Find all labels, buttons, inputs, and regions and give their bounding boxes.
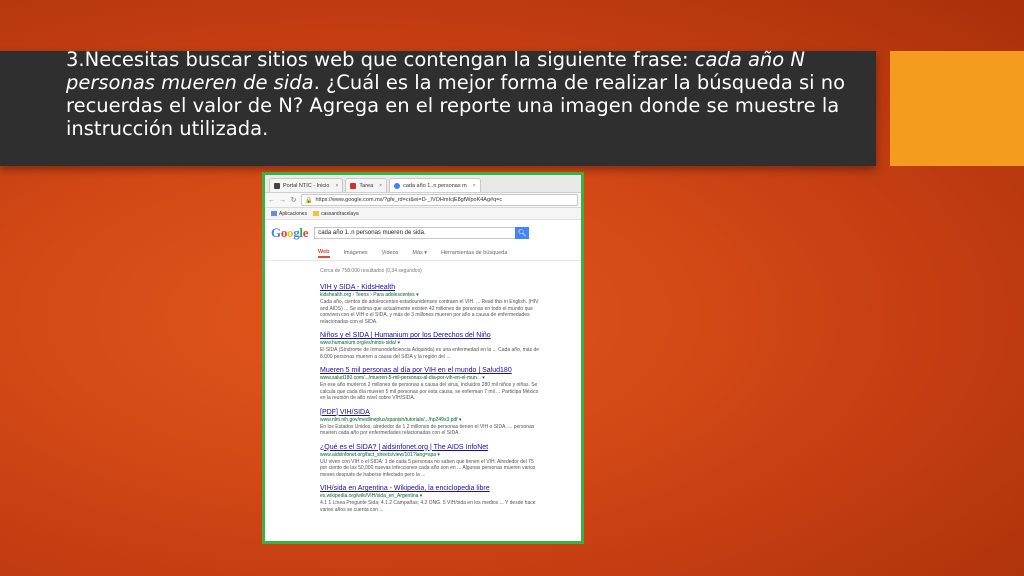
tab-tools[interactable]: Herramientas de búsqueda bbox=[441, 250, 507, 256]
search-result: VIH y SIDA - KidsHealth kidshealth.org ›… bbox=[265, 284, 540, 325]
result-snippet: En ese año murieron 2 millones de person… bbox=[320, 382, 539, 401]
result-url[interactable]: www.humanium.org/es/ninos-sida/ ▾ bbox=[320, 340, 540, 347]
tab-images[interactable]: Imágenes bbox=[344, 250, 368, 256]
apps-icon bbox=[271, 210, 277, 216]
back-icon[interactable]: ← bbox=[268, 197, 275, 204]
result-snippet: UU viven con VIH o el SIDA: 1 de cada 5 … bbox=[320, 458, 536, 478]
google-header: Google cada año 1..n personas mueren de … bbox=[265, 220, 581, 246]
result-title-link[interactable]: [PDF] VIH/SIDA bbox=[320, 409, 540, 417]
close-icon[interactable]: × bbox=[473, 183, 476, 189]
search-result: Mueren 5 mil personas al día por VIH en … bbox=[265, 367, 540, 402]
browser-screenshot: Portal NTIC - Inicio × Tarea × cada año … bbox=[262, 172, 584, 544]
result-stats: Cerca de 758.000 resultados (0,34 segund… bbox=[320, 268, 422, 274]
result-url[interactable]: es.wikipedia.org/wiki/VIH/sida_en_Argent… bbox=[320, 493, 540, 500]
search-result: Niños y el SIDA | Humanium por los Derec… bbox=[265, 332, 540, 360]
browser-tab-tarea[interactable]: Tarea × bbox=[345, 178, 388, 192]
browser-tab-portal[interactable]: Portal NTIC - Inicio × bbox=[269, 178, 344, 192]
logo-letter: G bbox=[271, 225, 281, 240]
result-url[interactable]: www.aidsinfonet.org/fact_sheets/view/101… bbox=[320, 452, 540, 459]
search-result: VIH/sida en Argentina - Wikipedia, la en… bbox=[265, 485, 540, 513]
bookmark-folder[interactable]: cassandracelaya bbox=[313, 211, 359, 217]
result-url[interactable]: kidshealth.org › Teens › Para adolescent… bbox=[320, 292, 540, 299]
close-icon[interactable]: × bbox=[335, 183, 338, 189]
search-result: ¿Qué es el SIDA? | aidsinfonet.org | The… bbox=[265, 444, 540, 479]
title-text-1: 3.Necesitas buscar sitios web que conten… bbox=[66, 48, 695, 71]
lock-icon: 🔒 bbox=[305, 197, 313, 204]
tab-web[interactable]: Web bbox=[318, 249, 330, 258]
search-input[interactable]: cada año 1..n personas mueren de sida. 🔍… bbox=[314, 227, 530, 239]
tarea-favicon-icon bbox=[350, 182, 357, 189]
search-icon[interactable]: 🔍︎ bbox=[515, 227, 530, 239]
search-tabs: Web Imágenes Videos Más ▾ Herramientas d… bbox=[265, 246, 581, 261]
forward-icon[interactable]: → bbox=[279, 197, 286, 204]
bookmark-apps[interactable]: Aplicaciones bbox=[271, 211, 307, 217]
close-icon[interactable]: × bbox=[379, 183, 382, 189]
accent-square bbox=[890, 51, 1024, 166]
result-snippet: En los Estados Unidos, alrededor de 1,2 … bbox=[320, 423, 535, 437]
result-title-link[interactable]: Mueren 5 mil personas al día por VIH en … bbox=[320, 367, 540, 375]
tab-label: cada año 1..n personas m bbox=[403, 182, 467, 189]
tab-more[interactable]: Más ▾ bbox=[412, 250, 427, 256]
google-logo[interactable]: Google bbox=[271, 225, 309, 241]
result-snippet: 4.1 1 Línea Pregunte Sida; 4.1.2 Campaña… bbox=[320, 500, 536, 513]
result-title-link[interactable]: ¿Qué es el SIDA? | aidsinfonet.org | The… bbox=[320, 444, 540, 452]
result-title-link[interactable]: VIH y SIDA - KidsHealth bbox=[320, 284, 540, 292]
address-bar-row: ← → ↻ 🔒 https://www.google.com.mx/?gfe_r… bbox=[265, 193, 581, 208]
result-url[interactable]: www.nlm.nih.gov/medlineplus/spanish/tuto… bbox=[320, 417, 540, 424]
result-title-link[interactable]: VIH/sida en Argentina - Wikipedia, la en… bbox=[320, 485, 540, 493]
result-title-link[interactable]: Niños y el SIDA | Humanium por los Derec… bbox=[320, 332, 540, 340]
reload-icon[interactable]: ↻ bbox=[290, 196, 297, 204]
search-result: [PDF] VIH/SIDA www.nlm.nih.gov/medlinepl… bbox=[265, 409, 540, 437]
browser-tab-google[interactable]: cada año 1..n personas m × bbox=[389, 178, 481, 192]
tab-label: Portal NTIC - Inicio bbox=[283, 182, 330, 189]
slide-title: 3.Necesitas buscar sitios web que conten… bbox=[66, 48, 856, 140]
tab-label: Tarea bbox=[359, 182, 374, 189]
browser-tab-strip: Portal NTIC - Inicio × Tarea × cada año … bbox=[265, 175, 581, 193]
logo-letter: e bbox=[302, 225, 309, 240]
url-text: https://www.google.com.mx/?gfe_rd=cr&ei=… bbox=[315, 197, 503, 203]
tab-videos[interactable]: Videos bbox=[382, 250, 399, 256]
bookmarks-bar: Aplicaciones cassandracelaya bbox=[265, 208, 581, 220]
url-field[interactable]: 🔒 https://www.google.com.mx/?gfe_rd=cr&e… bbox=[301, 194, 578, 206]
portal-favicon-icon bbox=[274, 182, 280, 189]
result-snippet: Cada año, cientos de adolescentes estado… bbox=[320, 299, 539, 325]
search-query: cada año 1..n personas mueren de sida. bbox=[318, 230, 426, 236]
result-url[interactable]: www.salud180.com/.../mueren-5-mil-person… bbox=[320, 375, 540, 382]
google-favicon-icon bbox=[394, 182, 401, 189]
result-snippet: El SIDA (Síndrome de Inmunodeficiencia A… bbox=[320, 347, 540, 360]
folder-icon bbox=[313, 210, 320, 216]
